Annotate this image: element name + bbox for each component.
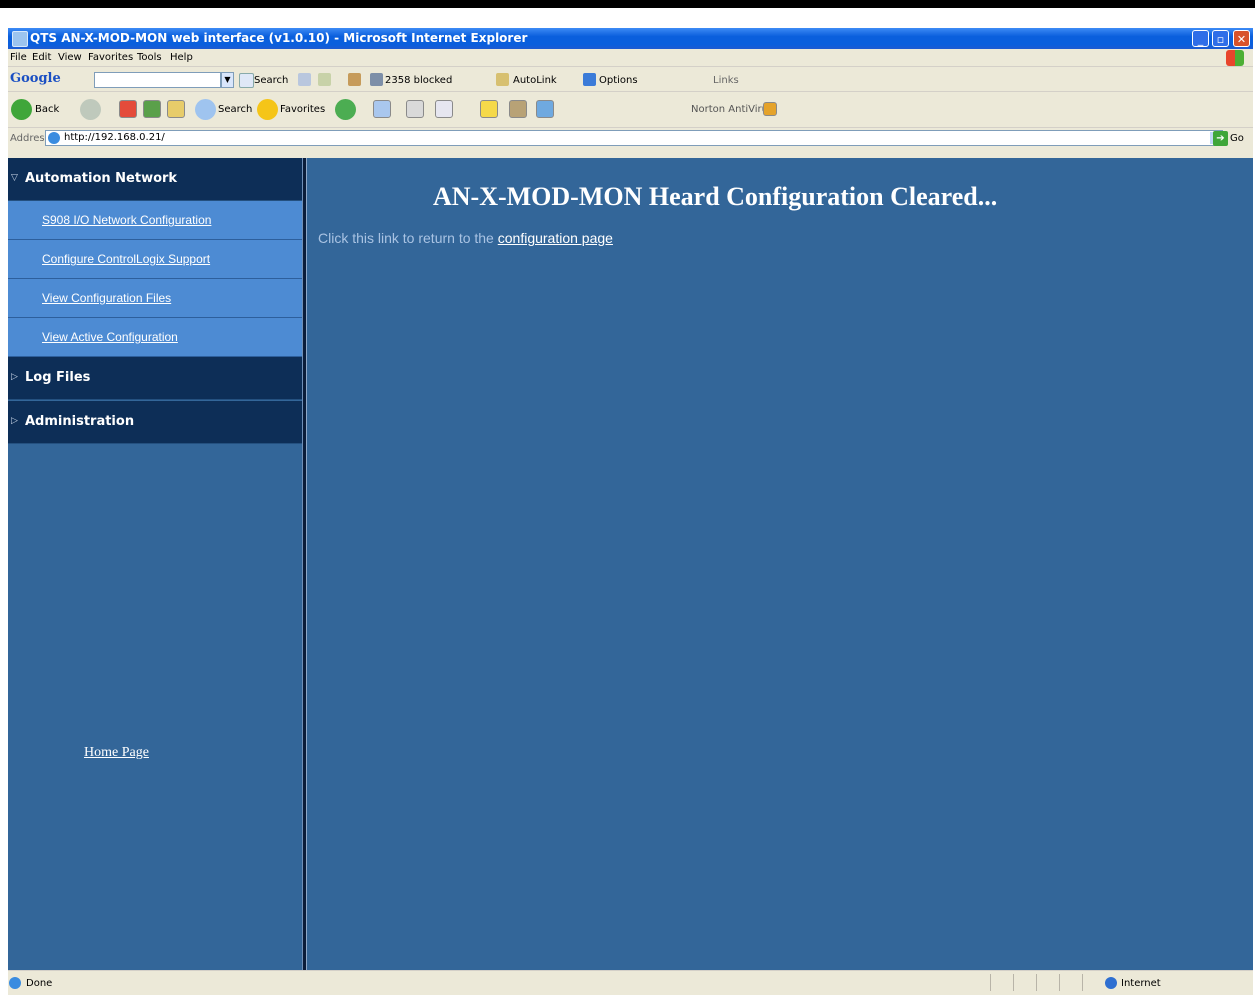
- status-bar: Done Internet: [8, 970, 1253, 995]
- norton-icon[interactable]: [763, 102, 777, 116]
- expanded-arrow-icon: ▽: [11, 173, 18, 183]
- return-message-text: Click this link to return to the: [318, 230, 494, 246]
- minimize-button[interactable]: _: [1192, 30, 1209, 47]
- back-button[interactable]: Back: [35, 104, 59, 115]
- stop-icon[interactable]: [119, 100, 137, 118]
- mail-icon[interactable]: [373, 100, 391, 118]
- popup-blocker-icon[interactable]: [348, 73, 361, 86]
- print-icon[interactable]: [406, 100, 424, 118]
- address-field[interactable]: http://192.168.0.21/ ▼: [45, 130, 1223, 146]
- window-title: QTS AN-X-MOD-MON web interface (v1.0.10)…: [30, 31, 528, 45]
- menu-bar: File Edit View Favorites Tools Help: [8, 49, 1253, 66]
- address-bar: Address http://192.168.0.21/ ▼ ➔ Go: [8, 127, 1253, 150]
- pagerank-icon[interactable]: [298, 73, 311, 86]
- autolink-button[interactable]: AutoLink: [513, 75, 557, 86]
- page-done-icon: [9, 977, 21, 989]
- status-divider: [1013, 974, 1014, 991]
- refresh-icon[interactable]: [143, 100, 161, 118]
- address-label: Address: [10, 133, 50, 144]
- section-title: Automation Network: [25, 171, 178, 186]
- menu-edit[interactable]: Edit: [32, 52, 51, 63]
- sidebar-link[interactable]: View Active Configuration: [42, 330, 178, 344]
- section-log-files[interactable]: ▷ Log Files: [8, 357, 302, 400]
- status-divider: [1082, 974, 1083, 991]
- go-button[interactable]: Go: [1230, 133, 1244, 144]
- sidebar-item-controllogix[interactable]: Configure ControlLogix Support: [8, 240, 302, 279]
- configuration-page-link[interactable]: configuration page: [498, 230, 613, 246]
- google-search-dropdown[interactable]: ▼: [221, 72, 234, 88]
- ie-icon: [12, 31, 28, 47]
- messenger-icon[interactable]: [536, 100, 554, 118]
- page-content: ▽ Automation Network S908 I/O Network Co…: [8, 158, 1253, 970]
- collapsed-arrow-icon: ▷: [11, 416, 18, 426]
- discuss-icon[interactable]: [480, 100, 498, 118]
- google-toolbar: Google ▼ Search 2358 blocked AutoLink Op…: [8, 66, 1253, 92]
- home-icon[interactable]: [167, 100, 185, 118]
- browser-window: QTS AN-X-MOD-MON web interface (v1.0.10)…: [8, 28, 1253, 995]
- address-url[interactable]: http://192.168.0.21/: [64, 132, 165, 143]
- page-title: AN-X-MOD-MON Heard Configuration Cleared…: [433, 182, 998, 211]
- options-button[interactable]: Options: [599, 75, 638, 86]
- windows-logo-icon: [1226, 50, 1244, 66]
- home-page-link[interactable]: Home Page: [84, 745, 149, 761]
- favorites-button[interactable]: Favorites: [280, 104, 325, 115]
- research-icon[interactable]: [509, 100, 527, 118]
- status-divider: [990, 974, 991, 991]
- norton-antivirus-button[interactable]: Norton AntiVirus: [691, 104, 773, 115]
- title-bar: QTS AN-X-MOD-MON web interface (v1.0.10)…: [8, 28, 1253, 49]
- history-icon[interactable]: [335, 99, 356, 120]
- sidebar-item-active-config[interactable]: View Active Configuration: [8, 318, 302, 357]
- favorites-star-icon[interactable]: [257, 99, 278, 120]
- word-edit-icon[interactable]: [435, 100, 453, 118]
- status-divider: [1059, 974, 1060, 991]
- sidebar: ▽ Automation Network S908 I/O Network Co…: [8, 158, 302, 970]
- forward-icon[interactable]: [80, 99, 101, 120]
- go-arrow-icon[interactable]: ➔: [1213, 131, 1228, 146]
- close-button[interactable]: ✕: [1233, 30, 1250, 47]
- menu-favorites[interactable]: Favorites: [88, 52, 133, 63]
- blocked-count-icon: [370, 73, 383, 86]
- status-text: Done: [26, 978, 53, 989]
- standard-toolbar: Back Search Favorites Norton AntiVirus: [8, 91, 1253, 128]
- sidebar-link[interactable]: S908 I/O Network Configuration: [42, 213, 211, 227]
- highlight-icon[interactable]: [318, 73, 331, 86]
- search-button[interactable]: Search: [218, 104, 252, 115]
- google-search-input[interactable]: [94, 72, 221, 88]
- autolink-icon: [496, 73, 509, 86]
- security-zone: Internet: [1121, 978, 1161, 989]
- blocked-count[interactable]: 2358 blocked: [385, 75, 452, 86]
- globe-icon: [1105, 977, 1117, 989]
- sidebar-item-config-files[interactable]: View Configuration Files: [8, 279, 302, 318]
- status-divider: [1036, 974, 1037, 991]
- google-logo[interactable]: Google: [10, 71, 61, 86]
- return-message: Click this link to return to the configu…: [318, 230, 613, 246]
- back-icon[interactable]: [11, 99, 32, 120]
- links-label[interactable]: Links: [713, 75, 739, 86]
- top-black-band: [0, 0, 1255, 8]
- google-search-icon: [239, 73, 254, 88]
- menu-file[interactable]: File: [10, 52, 27, 63]
- sidebar-item-s908-config[interactable]: S908 I/O Network Configuration: [8, 201, 302, 240]
- section-automation-network[interactable]: ▽ Automation Network: [8, 158, 302, 201]
- section-administration[interactable]: ▷ Administration: [8, 401, 302, 444]
- section-title: Administration: [25, 414, 135, 429]
- menu-help[interactable]: Help: [170, 52, 193, 63]
- page-icon: [48, 132, 60, 144]
- maximize-button[interactable]: ▫: [1212, 30, 1229, 47]
- menu-tools[interactable]: Tools: [137, 52, 162, 63]
- sidebar-link[interactable]: View Configuration Files: [42, 291, 171, 305]
- google-search-button[interactable]: Search: [254, 75, 288, 86]
- menu-view[interactable]: View: [58, 52, 82, 63]
- section-title: Log Files: [25, 370, 91, 385]
- search-icon[interactable]: [195, 99, 216, 120]
- sidebar-link[interactable]: Configure ControlLogix Support: [42, 252, 210, 266]
- collapsed-arrow-icon: ▷: [11, 372, 18, 382]
- options-icon: [583, 73, 596, 86]
- frame-divider[interactable]: [302, 158, 307, 970]
